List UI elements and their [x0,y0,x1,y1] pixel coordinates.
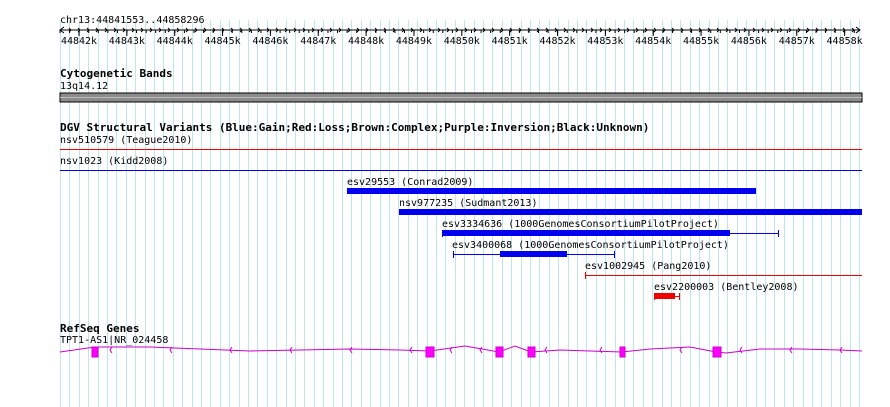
gene-chevron [109,346,113,354]
gene-chevron [789,346,793,354]
gene-exon [712,346,722,358]
gene-chevron [479,346,483,354]
gene-exon [425,346,435,358]
gene-chevron [599,346,603,354]
gene-chevron [739,346,743,354]
dgv-feature-esv29553 [347,188,756,194]
gene-exon [91,346,99,358]
dgv-feature-esv2200003 [654,293,680,300]
dgv-feature-nsv977235 [399,209,862,215]
dgv-features[interactable] [60,149,862,301]
gene-exon [527,346,536,358]
gene-exon [619,346,626,358]
refseq-gene-model[interactable] [59,345,863,358]
dgv-feature-esv3334636 [442,230,779,237]
browser-tracks-canvas [59,26,863,358]
gene-exon [495,346,504,358]
dgv-feature-esv1002945 [585,272,862,279]
gene-chevron [349,346,353,354]
ruler-axis [59,26,861,36]
gene-chevron [544,346,548,354]
dgv-feature-esv3400068 [453,251,615,258]
